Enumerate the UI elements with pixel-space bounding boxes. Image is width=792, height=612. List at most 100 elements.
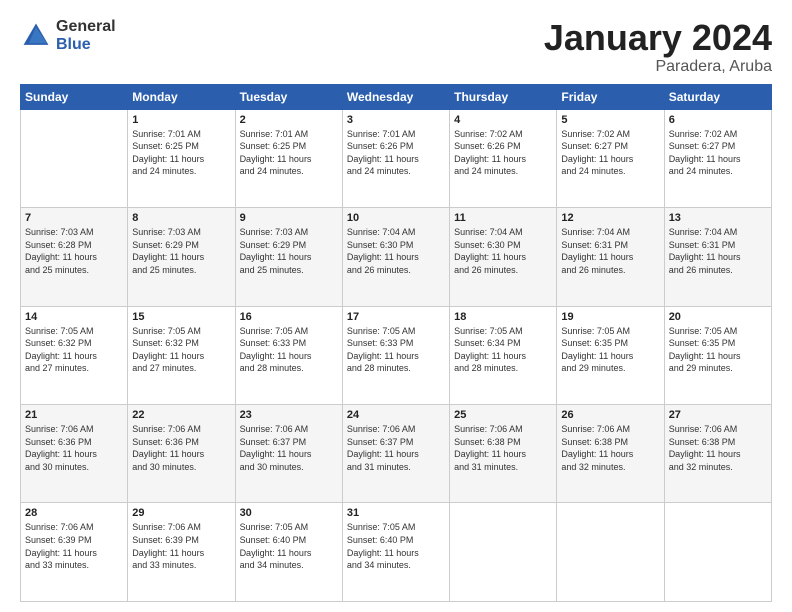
day-number: 11 bbox=[454, 212, 552, 224]
table-row: 2Sunrise: 7:01 AM Sunset: 6:25 PM Daylig… bbox=[235, 109, 342, 207]
day-info: Sunrise: 7:06 AM Sunset: 6:38 PM Dayligh… bbox=[454, 423, 552, 473]
calendar-week-row: 21 Sunrise: 7:06 AM Sunset: 6:36 PM Dayli… bbox=[21, 405, 772, 503]
day-number: 29 bbox=[132, 507, 230, 519]
day-number: 22 bbox=[132, 409, 230, 421]
calendar-week-row: 1 Sunrise: 7:01 AM Sunset: 6:25 PM Daylig… bbox=[21, 109, 772, 207]
table-row: 9 Sunrise: 7:03 AM Sunset: 6:29 PM Daylig… bbox=[235, 208, 342, 306]
table-row bbox=[664, 503, 771, 602]
calendar-week-row: 28Sunrise: 7:06 AM Sunset: 6:39 PM Dayli… bbox=[21, 503, 772, 602]
logo: General Blue bbox=[20, 18, 116, 53]
day-info: Sunrise: 7:05 AM Sunset: 6:35 PM Dayligh… bbox=[561, 325, 659, 375]
day-number: 9 bbox=[240, 212, 338, 224]
calendar-header-row: Sunday Monday Tuesday Wednesday Thursday… bbox=[21, 84, 772, 109]
day-number: 21 bbox=[25, 409, 123, 421]
calendar-week-row: 7 Sunrise: 7:03 AM Sunset: 6:28 PM Daylig… bbox=[21, 208, 772, 306]
day-number: 31 bbox=[347, 507, 445, 519]
calendar-title: January 2024 bbox=[544, 18, 772, 58]
table-row: 23 Sunrise: 7:06 AM Sunset: 6:37 PM Dayli… bbox=[235, 405, 342, 503]
day-info: Sunrise: 7:01 AM Sunset: 6:25 PM Dayligh… bbox=[132, 128, 230, 178]
day-info: Sunrise: 7:03 AM Sunset: 6:29 PM Dayligh… bbox=[240, 226, 338, 276]
day-info: Sunrise: 7:06 AM Sunset: 6:38 PM Dayligh… bbox=[669, 423, 767, 473]
table-row: 25 Sunrise: 7:06 AM Sunset: 6:38 PM Dayli… bbox=[450, 405, 557, 503]
day-info: Sunrise: 7:04 AM Sunset: 6:31 PM Dayligh… bbox=[669, 226, 767, 276]
day-number: 12 bbox=[561, 212, 659, 224]
day-info: Sunrise: 7:04 AM Sunset: 6:30 PM Dayligh… bbox=[454, 226, 552, 276]
col-sunday: Sunday bbox=[21, 84, 128, 109]
day-info: Sunrise: 7:04 AM Sunset: 6:30 PM Dayligh… bbox=[347, 226, 445, 276]
table-row: 29 Sunrise: 7:06 AM Sunset: 6:39 PM Dayli… bbox=[128, 503, 235, 602]
col-saturday: Saturday bbox=[664, 84, 771, 109]
table-row bbox=[450, 503, 557, 602]
day-number: 16 bbox=[240, 311, 338, 323]
day-info: Sunrise: 7:06 AM Sunset: 6:39 PM Dayligh… bbox=[132, 521, 230, 571]
day-number: 25 bbox=[454, 409, 552, 421]
calendar-week-row: 14 Sunrise: 7:05 AM Sunset: 6:32 PM Dayli… bbox=[21, 306, 772, 404]
day-number: 17 bbox=[347, 311, 445, 323]
day-info: Sunrise: 7:04 AM Sunset: 6:31 PM Dayligh… bbox=[561, 226, 659, 276]
logo-general-text: General bbox=[56, 18, 116, 36]
day-number: 5 bbox=[561, 114, 659, 126]
table-row: 24 Sunrise: 7:06 AM Sunset: 6:37 PM Dayli… bbox=[342, 405, 449, 503]
table-row bbox=[557, 503, 664, 602]
day-info: Sunrise: 7:06 AM Sunset: 6:36 PM Dayligh… bbox=[132, 423, 230, 473]
day-info: Sunrise: 7:02 AM Sunset: 6:27 PM Dayligh… bbox=[561, 128, 659, 178]
table-row: 12 Sunrise: 7:04 AM Sunset: 6:31 PM Dayli… bbox=[557, 208, 664, 306]
day-info: Sunrise: 7:02 AM Sunset: 6:26 PM Dayligh… bbox=[454, 128, 552, 178]
day-info: Sunrise: 7:06 AM Sunset: 6:39 PM Dayligh… bbox=[25, 521, 123, 571]
logo-icon bbox=[20, 20, 52, 52]
day-number: 3 bbox=[347, 114, 445, 126]
day-info: Sunrise: 7:03 AM Sunset: 6:28 PM Dayligh… bbox=[25, 226, 123, 276]
day-info: Sunrise: 7:05 AM Sunset: 6:32 PM Dayligh… bbox=[25, 325, 123, 375]
day-number: 18 bbox=[454, 311, 552, 323]
table-row: 26 Sunrise: 7:06 AM Sunset: 6:38 PM Dayli… bbox=[557, 405, 664, 503]
table-row: 13 Sunrise: 7:04 AM Sunset: 6:31 PM Dayli… bbox=[664, 208, 771, 306]
day-number: 4 bbox=[454, 114, 552, 126]
day-number: 23 bbox=[240, 409, 338, 421]
day-number: 19 bbox=[561, 311, 659, 323]
day-info: Sunrise: 7:02 AM Sunset: 6:27 PM Dayligh… bbox=[669, 128, 767, 178]
table-row: 4 Sunrise: 7:02 AM Sunset: 6:26 PM Daylig… bbox=[450, 109, 557, 207]
day-info: Sunrise: 7:05 AM Sunset: 6:33 PM Dayligh… bbox=[347, 325, 445, 375]
day-info: Sunrise: 7:06 AM Sunset: 6:37 PM Dayligh… bbox=[347, 423, 445, 473]
day-number: 26 bbox=[561, 409, 659, 421]
day-info: Sunrise: 7:01 AM Sunset: 6:26 PM Dayligh… bbox=[347, 128, 445, 178]
title-block: January 2024 Paradera, Aruba bbox=[544, 18, 772, 76]
day-number: 10 bbox=[347, 212, 445, 224]
table-row: 7 Sunrise: 7:03 AM Sunset: 6:28 PM Daylig… bbox=[21, 208, 128, 306]
day-number: 7 bbox=[25, 212, 123, 224]
day-number: 14 bbox=[25, 311, 123, 323]
col-monday: Monday bbox=[128, 84, 235, 109]
calendar-location: Paradera, Aruba bbox=[544, 58, 772, 76]
table-row: 27Sunrise: 7:06 AM Sunset: 6:38 PM Dayli… bbox=[664, 405, 771, 503]
logo-text: General Blue bbox=[56, 18, 116, 53]
table-row: 17 Sunrise: 7:05 AM Sunset: 6:33 PM Dayli… bbox=[342, 306, 449, 404]
col-tuesday: Tuesday bbox=[235, 84, 342, 109]
table-row: 28Sunrise: 7:06 AM Sunset: 6:39 PM Dayli… bbox=[21, 503, 128, 602]
table-row: 21Sunrise: 7:06 AM Sunset: 6:36 PM Dayli… bbox=[21, 405, 128, 503]
table-row: 20Sunrise: 7:05 AM Sunset: 6:35 PM Dayli… bbox=[664, 306, 771, 404]
day-info: Sunrise: 7:05 AM Sunset: 6:33 PM Dayligh… bbox=[240, 325, 338, 375]
day-info: Sunrise: 7:06 AM Sunset: 6:38 PM Dayligh… bbox=[561, 423, 659, 473]
table-row: 14 Sunrise: 7:05 AM Sunset: 6:32 PM Dayli… bbox=[21, 306, 128, 404]
table-row: 1 Sunrise: 7:01 AM Sunset: 6:25 PM Daylig… bbox=[128, 109, 235, 207]
day-number: 2 bbox=[240, 114, 338, 126]
table-row: 16 Sunrise: 7:05 AM Sunset: 6:33 PM Dayli… bbox=[235, 306, 342, 404]
day-number: 15 bbox=[132, 311, 230, 323]
calendar-page: General Blue January 2024 Paradera, Arub… bbox=[0, 0, 792, 612]
day-number: 1 bbox=[132, 114, 230, 126]
day-number: 13 bbox=[669, 212, 767, 224]
col-thursday: Thursday bbox=[450, 84, 557, 109]
day-info: Sunrise: 7:06 AM Sunset: 6:37 PM Dayligh… bbox=[240, 423, 338, 473]
table-row: 18Sunrise: 7:05 AM Sunset: 6:34 PM Dayli… bbox=[450, 306, 557, 404]
table-row: 30Sunrise: 7:05 AM Sunset: 6:40 PM Dayli… bbox=[235, 503, 342, 602]
table-row: 31 Sunrise: 7:05 AM Sunset: 6:40 PM Dayli… bbox=[342, 503, 449, 602]
day-number: 20 bbox=[669, 311, 767, 323]
table-row: 19 Sunrise: 7:05 AM Sunset: 6:35 PM Dayli… bbox=[557, 306, 664, 404]
day-info: Sunrise: 7:05 AM Sunset: 6:40 PM Dayligh… bbox=[347, 521, 445, 571]
logo-blue-text: Blue bbox=[56, 36, 116, 54]
calendar-table: Sunday Monday Tuesday Wednesday Thursday… bbox=[20, 84, 772, 602]
day-number: 6 bbox=[669, 114, 767, 126]
table-row: 10 Sunrise: 7:04 AM Sunset: 6:30 PM Dayli… bbox=[342, 208, 449, 306]
day-number: 24 bbox=[347, 409, 445, 421]
day-info: Sunrise: 7:03 AM Sunset: 6:29 PM Dayligh… bbox=[132, 226, 230, 276]
